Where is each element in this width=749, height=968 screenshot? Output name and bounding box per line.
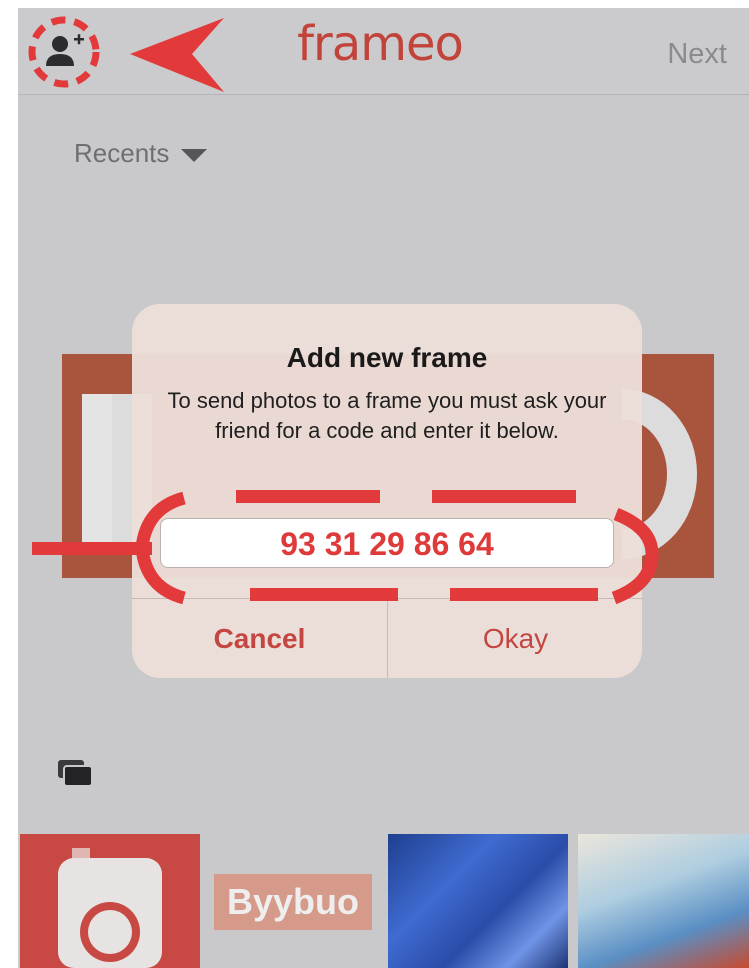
okay-button[interactable]: Okay	[388, 599, 642, 678]
next-button[interactable]: Next	[667, 38, 727, 71]
byybuo-tile-text: Byybuo	[214, 874, 372, 930]
photo-thumbnail-byybuo[interactable]: Byybuo	[214, 834, 372, 968]
camera-icon	[58, 848, 162, 968]
camera-tile[interactable]	[20, 834, 200, 968]
photo-thumbnail-crab[interactable]	[578, 834, 749, 968]
dialog-title: Add new frame	[286, 342, 488, 373]
add-frame-dialog: Add new frame To send photos to a frame …	[132, 304, 642, 678]
albums-icon[interactable]	[58, 760, 92, 786]
add-person-icon	[28, 16, 100, 88]
frameo-logo: frameo	[297, 16, 464, 72]
album-label: Recents	[74, 138, 170, 168]
album-selector[interactable]: Recents	[74, 138, 208, 169]
cancel-button[interactable]: Cancel	[132, 599, 387, 678]
red-annotation-arrow	[130, 18, 224, 92]
app-screen: frameo Next Recents Add new frame To sen…	[18, 8, 749, 968]
photo-thumbnail-blue-abstract[interactable]	[388, 834, 568, 968]
frame-code-input[interactable]: 93 31 29 86 64	[160, 518, 614, 568]
photo-thumbnail-row: Byybuo	[18, 834, 749, 968]
dialog-message: To send photos to a frame you must ask y…	[167, 388, 607, 443]
top-navigation-bar: frameo Next	[18, 8, 749, 95]
caret-down-icon	[181, 148, 208, 162]
add-friend-button[interactable]	[24, 14, 104, 90]
